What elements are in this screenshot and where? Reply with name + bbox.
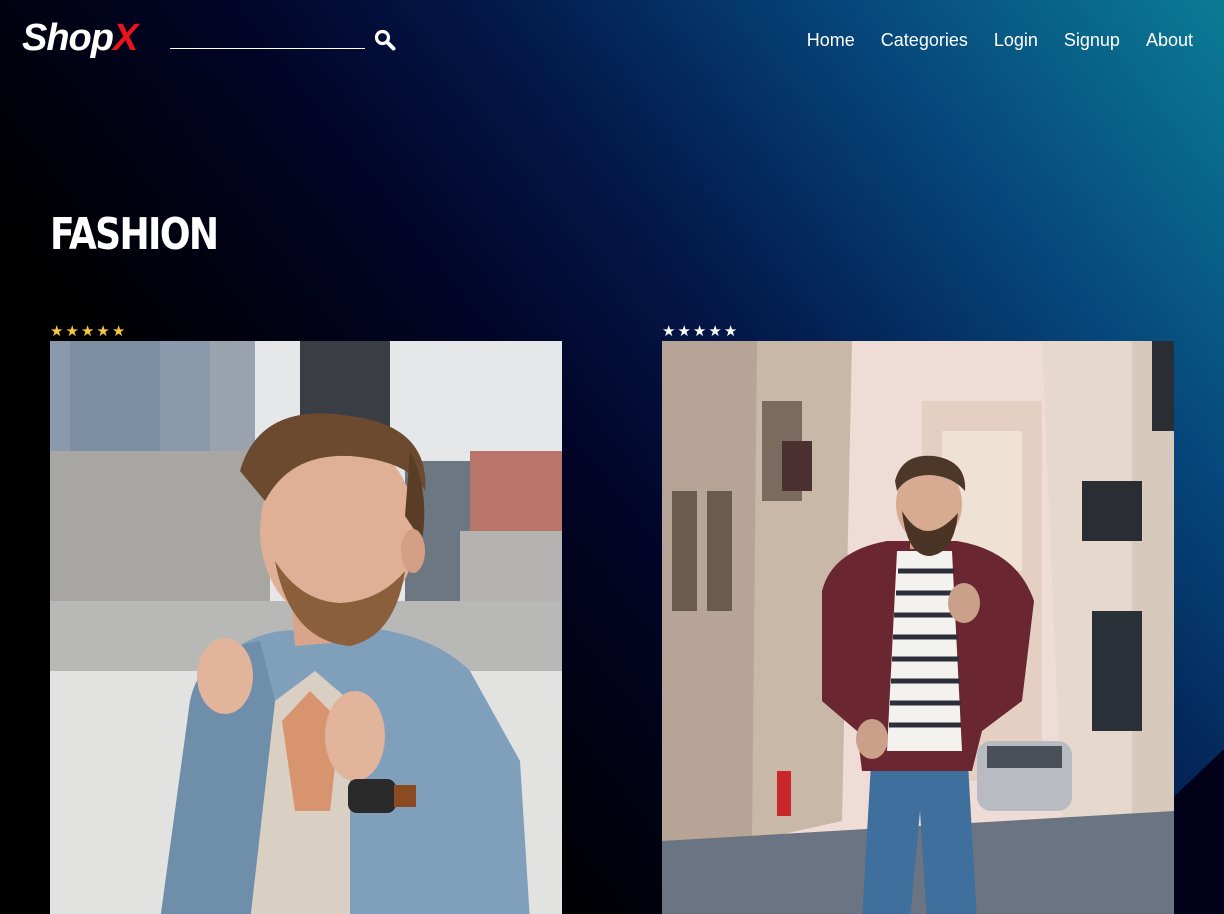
star-icon: ★ — [662, 322, 676, 340]
search-icon[interactable] — [373, 28, 397, 52]
star-icon: ★ — [677, 322, 691, 340]
logo-text-main: Shop — [22, 17, 114, 59]
nav-about-link[interactable]: About — [1146, 28, 1193, 52]
product-card[interactable]: ★ ★ ★ ★ ★ — [50, 322, 562, 914]
main-nav: Home Categories Login Signup About — [807, 28, 1193, 52]
product-image-denim-jacket[interactable] — [50, 341, 562, 914]
nav-home-link[interactable]: Home — [807, 28, 855, 52]
nav-signup-link[interactable]: Signup — [1064, 28, 1120, 52]
nav-categories-link[interactable]: Categories — [881, 28, 968, 52]
rating-stars: ★ ★ ★ ★ ★ — [50, 322, 562, 341]
star-icon: ★ — [80, 322, 95, 340]
section-title: FASHION — [50, 209, 219, 260]
star-icon: ★ — [692, 322, 707, 340]
star-icon: ★ — [50, 322, 64, 340]
star-icon: ★ — [65, 322, 79, 340]
search-input[interactable] — [170, 26, 365, 49]
top-navbar: ShopX Home Categories Login Signup About — [0, 0, 1224, 80]
rating-stars: ★ ★ ★ ★ ★ — [662, 322, 1174, 341]
product-image-bomber-jacket[interactable] — [662, 341, 1174, 914]
logo-text-accent: X — [112, 17, 138, 59]
product-card[interactable]: ★ ★ ★ ★ ★ — [662, 322, 1174, 914]
background-corner-shape — [1172, 749, 1224, 914]
star-icon: ★ — [708, 322, 722, 340]
shopx-logo[interactable]: ShopX — [22, 14, 138, 62]
star-icon: ★ — [723, 322, 738, 340]
nav-login-link[interactable]: Login — [994, 28, 1038, 52]
star-icon: ★ — [111, 322, 126, 340]
star-icon: ★ — [96, 322, 110, 340]
